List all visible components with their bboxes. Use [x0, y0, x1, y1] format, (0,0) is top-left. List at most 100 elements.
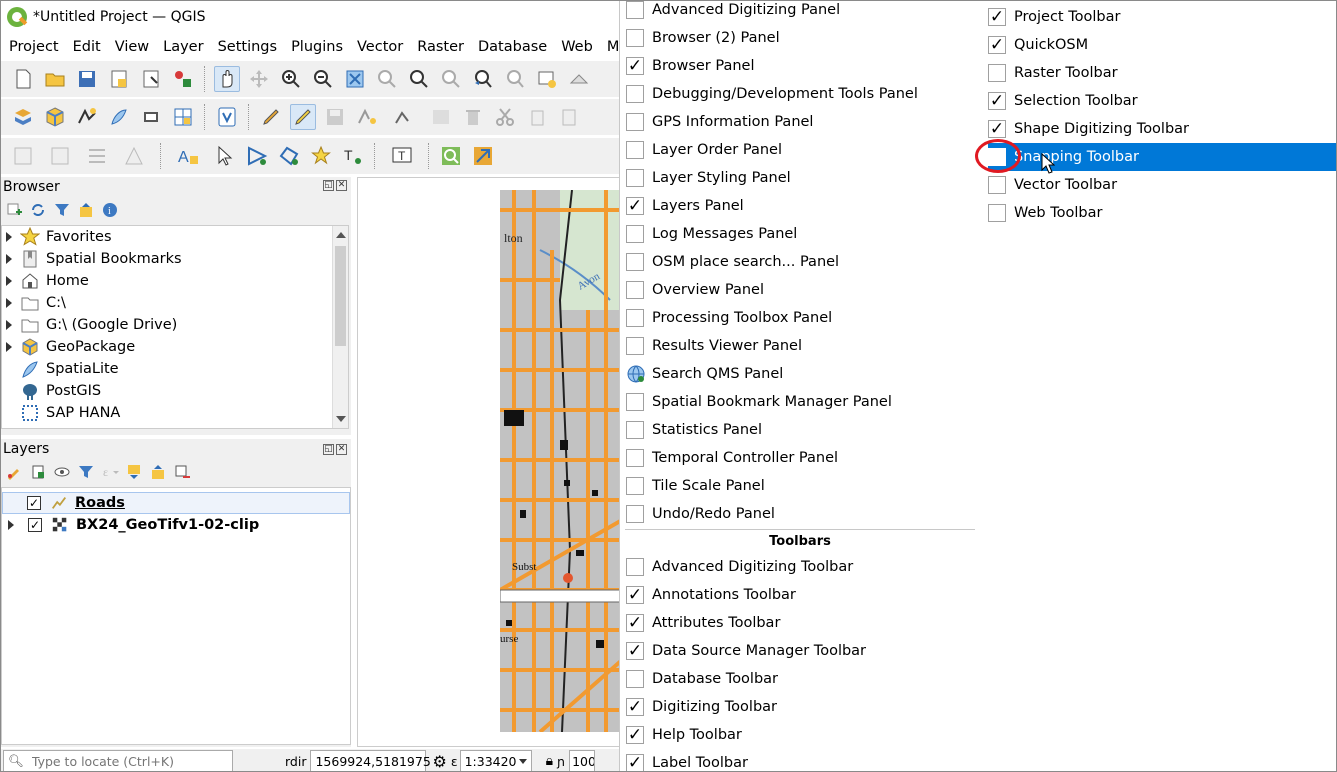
expand-arrow-icon[interactable] [8, 520, 14, 530]
float-panel-icon[interactable]: ◱ [323, 444, 334, 455]
toggle-extents-icon[interactable]: ⚙ [432, 752, 446, 771]
menu-item-layer-order-panel[interactable]: Layer Order Panel [626, 136, 976, 164]
open-project-icon[interactable] [42, 66, 68, 92]
menu-item-selection-toolbar[interactable]: Selection Toolbar [988, 87, 1336, 115]
filter-by-expression-icon[interactable]: ε [101, 463, 119, 481]
pan-to-selection-icon[interactable] [246, 66, 272, 92]
modify-attributes-icon[interactable] [428, 104, 454, 130]
menu-item-osm-place-search-panel[interactable]: OSM place search... Panel [626, 248, 976, 276]
scroll-up-icon[interactable] [336, 232, 346, 238]
scale-combobox[interactable]: 1:33420 [459, 750, 532, 771]
collapse-all-icon[interactable] [149, 463, 167, 481]
menu-checkbox[interactable] [626, 169, 644, 187]
menu-item-annotations-toolbar[interactable]: Annotations Toolbar [626, 581, 976, 609]
expand-all-icon[interactable] [125, 463, 143, 481]
copy-features-icon[interactable] [524, 104, 550, 130]
menu-checkbox[interactable] [626, 1, 644, 19]
menu-checkbox[interactable] [626, 85, 644, 103]
menu-view[interactable]: View [108, 39, 156, 55]
menu-item-label-toolbar[interactable]: Label Toolbar [626, 749, 976, 771]
menu-checkbox[interactable] [988, 8, 1006, 26]
scroll-down-icon[interactable] [336, 416, 346, 422]
browser-item-sap-hana[interactable]: SAP HANA [2, 402, 120, 424]
new-print-layout-icon[interactable] [106, 66, 132, 92]
menu-checkbox[interactable] [626, 29, 644, 47]
close-panel-icon[interactable]: ✕ [336, 444, 347, 455]
vertex-tool-icon[interactable] [386, 104, 422, 130]
menu-item-layers-panel[interactable]: Layers Panel [626, 192, 976, 220]
remove-layer-icon[interactable] [173, 463, 191, 481]
new-virtual-layer-icon[interactable] [170, 104, 196, 130]
menu-checkbox[interactable] [626, 197, 644, 215]
menu-checkbox[interactable] [626, 614, 644, 632]
new-shapefile-layer-icon[interactable] [74, 104, 100, 130]
reshape-icon[interactable] [84, 143, 110, 169]
menu-item-quickosm[interactable]: QuickOSM [988, 31, 1336, 59]
browser-item-spatial-bookmarks[interactable]: Spatial Bookmarks [2, 248, 182, 270]
menu-item-temporal-controller-panel[interactable]: Temporal Controller Panel [626, 444, 976, 472]
menu-checkbox[interactable] [626, 421, 644, 439]
open-styling-icon[interactable] [5, 463, 23, 481]
browser-item-c-drive[interactable]: C:\ [2, 292, 66, 314]
identify-features-icon[interactable] [214, 104, 240, 130]
browser-item-home[interactable]: Home [2, 270, 89, 292]
menu-checkbox[interactable] [988, 120, 1006, 138]
menu-item-search-qms-panel[interactable]: Search QMS Panel [626, 360, 976, 388]
add-group-icon[interactable] [29, 463, 47, 481]
filter-legend-icon[interactable] [77, 463, 95, 481]
menu-item-advanced-digitizing-toolbar[interactable]: Advanced Digitizing Toolbar [626, 553, 976, 581]
zoom-out-icon[interactable] [310, 66, 336, 92]
layer-item-geotif[interactable]: ✓ BX24_GeoTifv1-02-clip [2, 514, 350, 536]
collapse-all-icon[interactable] [77, 201, 95, 219]
menu-edit[interactable]: Edit [66, 39, 108, 55]
manage-map-themes-icon[interactable] [53, 463, 71, 481]
new-geopackage-layer-icon[interactable] [42, 104, 68, 130]
select-label-icon[interactable] [212, 143, 238, 169]
lock-scale-icon[interactable]: 🔒︎ [546, 753, 553, 769]
menu-item-processing-toolbox-panel[interactable]: Processing Toolbox Panel [626, 304, 976, 332]
add-selected-layers-icon[interactable] [5, 201, 23, 219]
menu-vector[interactable]: Vector [350, 39, 410, 55]
menu-checkbox[interactable] [626, 141, 644, 159]
save-project-icon[interactable] [74, 66, 100, 92]
menu-checkbox[interactable] [626, 113, 644, 131]
delete-selected-icon[interactable] [460, 104, 486, 130]
offset-curve-icon[interactable] [42, 143, 78, 169]
menu-project[interactable]: Project [1, 39, 66, 55]
expand-arrow-icon[interactable] [6, 320, 12, 330]
style-manager-icon[interactable] [170, 66, 196, 92]
zoom-last-icon[interactable] [470, 66, 496, 92]
menu-checkbox[interactable] [626, 642, 644, 660]
browser-item-favorites[interactable]: Favorites [2, 226, 112, 248]
menu-item-digitizing-toolbar[interactable]: Digitizing Toolbar [626, 693, 976, 721]
move-label-icon[interactable] [244, 143, 270, 169]
browser-scrollbar[interactable] [332, 226, 348, 428]
layer-item-roads[interactable]: ✓ Roads [2, 492, 350, 514]
change-label-icon[interactable] [308, 143, 334, 169]
menu-plugins[interactable]: Plugins [284, 39, 350, 55]
menu-item-overview-panel[interactable]: Overview Panel [626, 276, 976, 304]
menu-item-help-toolbar[interactable]: Help Toolbar [626, 721, 976, 749]
zoom-next-icon[interactable] [502, 66, 528, 92]
menu-item-attributes-toolbar[interactable]: Attributes Toolbar [626, 609, 976, 637]
menu-item-project-toolbar[interactable]: Project Toolbar [988, 3, 1336, 31]
menu-item-log-messages-panel[interactable]: Log Messages Panel [626, 220, 976, 248]
label-tool-icon[interactable]: A [170, 143, 206, 169]
menu-item-statistics-panel[interactable]: Statistics Panel [626, 416, 976, 444]
menu-item-advanced-digitizing-panel[interactable]: Advanced Digitizing Panel [626, 1, 976, 24]
filter-icon[interactable] [53, 201, 71, 219]
menu-checkbox[interactable] [626, 225, 644, 243]
new-spatialite-layer-icon[interactable] [106, 104, 132, 130]
zoom-full-icon[interactable] [342, 66, 368, 92]
menu-checkbox[interactable] [988, 36, 1006, 54]
float-panel-icon[interactable]: ◱ [323, 180, 334, 191]
menu-checkbox[interactable] [626, 754, 644, 771]
menu-checkbox[interactable] [626, 726, 644, 744]
menu-item-undo-redo-panel[interactable]: Undo/Redo Panel [626, 500, 976, 528]
menu-checkbox[interactable] [626, 337, 644, 355]
new-map-view-icon[interactable] [534, 66, 560, 92]
expand-arrow-icon[interactable] [6, 276, 12, 286]
layer-visibility-checkbox[interactable]: ✓ [28, 518, 42, 532]
menu-checkbox[interactable] [626, 309, 644, 327]
menu-item-results-viewer-panel[interactable]: Results Viewer Panel [626, 332, 976, 360]
